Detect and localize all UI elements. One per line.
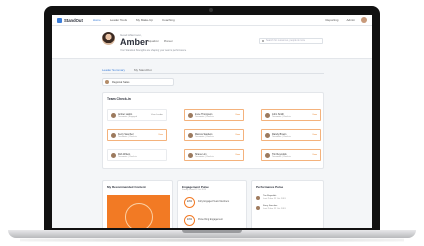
engagement-pulse-card: Engagement Pulse Survey closed 22 Oct 20… xyxy=(177,180,247,228)
nav-item-admin[interactable]: Admin xyxy=(346,18,355,22)
member-card[interactable]: John Smith Teammate | Check-in View xyxy=(261,109,321,121)
member-role: Teammate | Check-in xyxy=(118,136,137,138)
member-role: Teammate | Check-in xyxy=(118,156,137,158)
logo-text: StandOut xyxy=(64,17,83,23)
search-placeholder: Search for resources, people & more xyxy=(266,39,306,42)
top-navigation: StandOut Home Leader Tools My Make-Up Co… xyxy=(52,15,372,26)
member-card[interactable]: Randy Brown Teammate | Check-in View xyxy=(261,129,321,141)
performance-sub: Last Pulse 22 Oct 2019 xyxy=(263,197,286,200)
member-avatar xyxy=(265,113,270,118)
lightbulb-icon xyxy=(125,203,153,228)
member-card[interactable]: Marcus Sanders Teammate | Check-in View xyxy=(184,129,244,141)
strength-roles: Equalizer Pioneer xyxy=(148,40,178,43)
member-view-link[interactable]: View xyxy=(235,114,240,116)
member-view-link[interactable]: View xyxy=(312,134,317,136)
engagement-ring: 10% xyxy=(184,215,195,226)
performance-title: Performance Pulse xyxy=(256,185,284,189)
member-avatar xyxy=(188,133,193,138)
engagement-ring: 22% xyxy=(184,197,195,208)
member-view-link[interactable]: View Leader xyxy=(151,114,163,116)
logo-icon xyxy=(57,17,62,23)
checkin-title: Team Check-in xyxy=(107,97,131,101)
team-select[interactable]: Regional Sales xyxy=(102,78,174,86)
profile-photo xyxy=(102,32,115,45)
member-role: Teammate | Check-in xyxy=(272,116,291,118)
profile-header: Good Afternoon, Amber Equalizer Pioneer … xyxy=(52,26,372,59)
app-screen: StandOut Home Leader Tools My Make-Up Co… xyxy=(52,15,372,228)
member-avatar xyxy=(265,153,270,158)
member-card[interactable]: Rob Wilson Teammate | Check-in xyxy=(107,149,167,161)
search-icon xyxy=(262,40,265,43)
recommended-content-card: My Recommended Content xyxy=(102,180,173,228)
nav-item-leader-tools[interactable]: Leader Tools xyxy=(110,18,127,22)
performance-sub: Last Pulse 22 Oct 2019 xyxy=(263,207,286,210)
member-card[interactable]: Shane Lim Teammate | Check-in View xyxy=(184,149,244,161)
strength-role-1[interactable]: Equalizer xyxy=(148,40,159,43)
member-avatar xyxy=(265,133,270,138)
member-view-link[interactable]: View xyxy=(312,114,317,116)
webcam-dot xyxy=(209,8,213,12)
performance-name: Kerry Sanchez xyxy=(263,205,278,207)
engagement-ring-label: Pulse Ring Engagement xyxy=(198,219,223,221)
tab-divider xyxy=(102,73,324,74)
member-role: Teammate | Check-in xyxy=(195,116,214,118)
laptop-shadow xyxy=(20,238,404,242)
member-avatar xyxy=(111,153,116,158)
performance-pulse-card: Performance Pulse Tim Reynolds Last Puls… xyxy=(251,180,324,228)
content-thumbnail[interactable] xyxy=(107,195,170,228)
performance-avatar xyxy=(256,195,260,200)
member-avatar xyxy=(188,113,193,118)
performance-name: Tim Reynolds xyxy=(263,195,277,197)
member-view-link[interactable]: View xyxy=(312,154,317,156)
nav-right: Reporting Admin xyxy=(317,17,367,23)
performance-row[interactable]: Tim Reynolds Last Pulse 22 Oct 2019 xyxy=(256,195,286,200)
laptop-notch xyxy=(182,230,242,233)
nav-item-my-make-up[interactable]: My Make-Up xyxy=(136,18,153,22)
member-role: Teammate | Check-in xyxy=(272,156,291,158)
member-avatar xyxy=(111,113,116,118)
search-input[interactable]: Search for resources, people & more xyxy=(259,38,323,44)
team-avatar xyxy=(105,80,109,84)
nav-item-coaching[interactable]: Coaching xyxy=(162,18,175,22)
member-card[interactable]: Amber Larkin Teammate | Engaged View Lea… xyxy=(107,109,167,121)
profile-description: Your Standout Strengths are shaping your… xyxy=(120,49,187,52)
member-card[interactable]: Tim Reynolds Teammate | Check-in View xyxy=(261,149,321,161)
nav-item-home[interactable]: Home xyxy=(93,18,101,22)
recommended-title: My Recommended Content xyxy=(107,185,146,189)
laptop-mockup: StandOut Home Leader Tools My Make-Up Co… xyxy=(0,0,424,246)
member-avatar xyxy=(111,133,116,138)
member-role: Teammate | Check-in xyxy=(195,136,214,138)
member-view-link[interactable]: View xyxy=(158,134,163,136)
team-select-label: Regional Sales xyxy=(112,80,130,84)
member-role: Teammate | Check-in xyxy=(272,136,291,138)
nav-item-reporting[interactable]: Reporting xyxy=(325,18,338,22)
strength-role-2[interactable]: Pioneer xyxy=(164,40,173,43)
team-checkin-card: Team Check-in Amber Larkin Teammate | En… xyxy=(102,92,324,169)
user-avatar[interactable] xyxy=(361,17,367,23)
performance-row[interactable]: Kerry Sanchez Last Pulse 22 Oct 2019 xyxy=(256,205,286,210)
member-view-link[interactable]: View xyxy=(235,154,240,156)
member-view-link[interactable]: View xyxy=(235,134,240,136)
member-role: Teammate | Engaged xyxy=(118,116,137,118)
app-logo[interactable]: StandOut xyxy=(57,17,83,23)
member-card[interactable]: Irene Thompson Teammate | Check-in View xyxy=(184,109,244,121)
member-role: Teammate | Check-in xyxy=(195,156,214,158)
profile-name: Amber xyxy=(120,37,149,47)
member-card[interactable]: Kerry Sanchez Teammate | Check-in View xyxy=(107,129,167,141)
member-avatar xyxy=(188,153,193,158)
engagement-ring-label: Fully Engaged Team Members xyxy=(198,201,230,203)
engagement-subtitle: Survey closed 22 Oct 2019 xyxy=(182,189,207,191)
performance-avatar xyxy=(256,205,260,210)
